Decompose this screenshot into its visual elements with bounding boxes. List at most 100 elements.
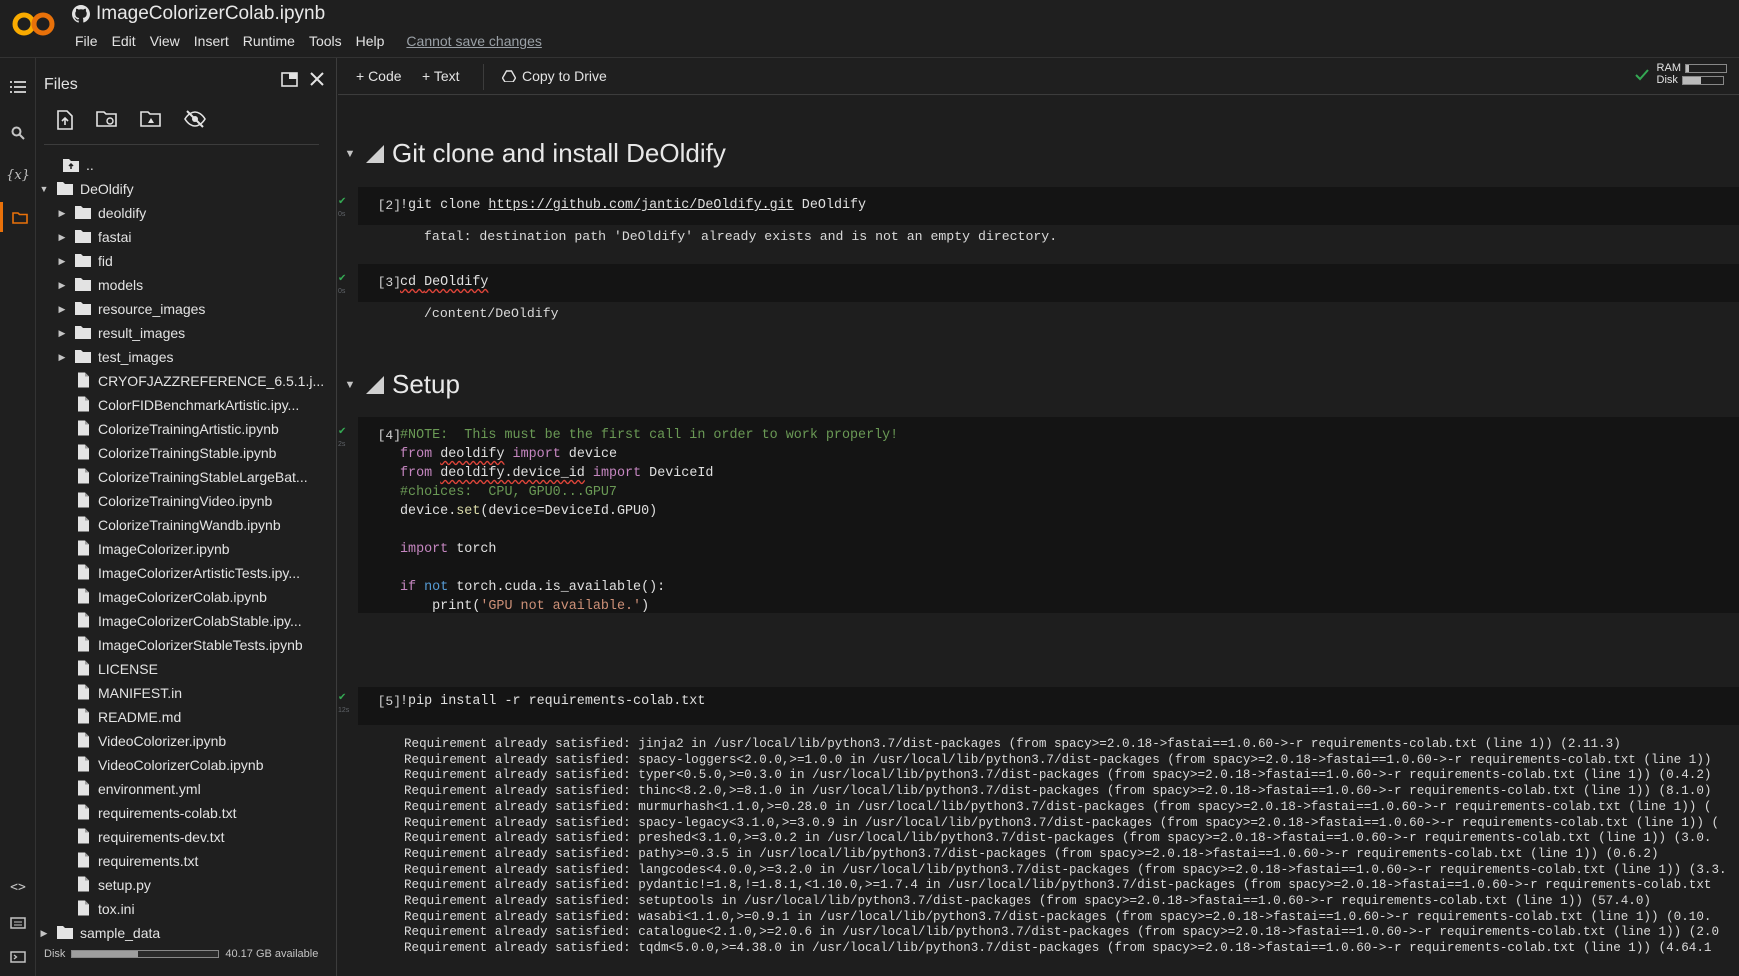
cell-code-line[interactable]: !pip install -r requirements-colab.txt	[400, 694, 705, 709]
files-folder-icon[interactable]	[0, 202, 36, 232]
file-row[interactable]: requirements-colab.txt	[36, 801, 337, 825]
file-row[interactable]: ColorizeTrainingVideo.ipynb	[36, 489, 337, 513]
pip-output-line: Requirement already satisfied: typer<0.5…	[404, 768, 1712, 783]
toc-icon[interactable]	[0, 72, 36, 102]
file-row[interactable]: ImageColorizerColabStable.ipy...	[36, 609, 337, 633]
cell-code-line[interactable]: cd DeOldify	[400, 275, 488, 290]
resources-indicator[interactable]: RAM Disk	[1634, 62, 1727, 86]
file-row[interactable]: ImageColorizerColab.ipynb	[36, 585, 337, 609]
file-row[interactable]: ImageColorizerArtisticTests.ipy...	[36, 561, 337, 585]
caret-right-icon[interactable]: ▶	[56, 232, 68, 243]
folder-row[interactable]: ▶ fastai	[36, 225, 337, 249]
folder-row[interactable]: ▶ deoldify	[36, 201, 337, 225]
caret-right-icon[interactable]: ▶	[38, 928, 50, 939]
file-row[interactable]: requirements-dev.txt	[36, 825, 337, 849]
file-row[interactable]: ImageColorizer.ipynb	[36, 537, 337, 561]
code-url-link[interactable]: https://github.com/jantic/DeOldify.git	[488, 198, 793, 213]
collapse-chevron-icon[interactable]: ▼	[338, 379, 362, 391]
left-rail: {x} <>	[0, 58, 36, 976]
file-row[interactable]: LICENSE	[36, 657, 337, 681]
section-heading-setup[interactable]: ▼ Setup	[338, 369, 460, 400]
folder-row[interactable]: ▶ result_images	[36, 321, 337, 345]
cell-output: /content/DeOldify	[424, 306, 559, 321]
file-row[interactable]: MANIFEST.in	[36, 681, 337, 705]
file-icon	[68, 564, 98, 583]
disk-available-text: 40.17 GB available	[225, 948, 319, 960]
notebook-title[interactable]: ImageColorizerColab.ipynb	[96, 3, 325, 25]
colab-logo[interactable]	[12, 9, 56, 39]
menu-file[interactable]: File	[68, 33, 105, 49]
file-row[interactable]: ColorizeTrainingStableLargeBat...	[36, 465, 337, 489]
file-row[interactable]: setup.py	[36, 873, 337, 897]
pip-output-line: Requirement already satisfied: setuptool…	[404, 894, 1651, 908]
copy-to-drive-label: Copy to Drive	[522, 68, 607, 84]
upload-file-icon[interactable]	[56, 110, 74, 135]
folder-row[interactable]: ▶ fid	[36, 249, 337, 273]
file-row[interactable]: ColorizeTrainingWandb.ipynb	[36, 513, 337, 537]
caret-right-icon[interactable]: ▶	[56, 280, 68, 291]
menu-insert[interactable]: Insert	[187, 33, 236, 49]
file-icon	[68, 492, 98, 511]
file-row[interactable]: ColorizeTrainingArtistic.ipynb	[36, 417, 337, 441]
folder-row[interactable]: ▶ test_images	[36, 345, 337, 369]
folder-label: deoldify	[98, 205, 147, 221]
caret-right-icon[interactable]: ▶	[56, 352, 68, 363]
section-title: Git clone and install DeOldify	[392, 138, 726, 168]
search-icon[interactable]	[0, 118, 36, 148]
file-label: ImageColorizer.ipynb	[98, 541, 230, 557]
file-row[interactable]: tox.ini	[36, 897, 337, 921]
code-cell-3[interactable]: ✔ 0s [3] cd DeOldify	[338, 264, 1739, 302]
variables-icon[interactable]: {x}	[0, 160, 36, 190]
caret-right-icon[interactable]: ▶	[56, 208, 68, 219]
code-snippets-icon[interactable]: <>	[0, 872, 36, 902]
file-row[interactable]: VideoColorizer.ipynb	[36, 729, 337, 753]
hide-files-icon[interactable]	[184, 110, 206, 135]
folder-row[interactable]: ▼ DeOldify	[36, 177, 337, 201]
code-cell-5[interactable]: ✔ 12s [5] !pip install -r requirements-c…	[338, 687, 1739, 725]
save-warning-link[interactable]: Cannot save changes	[399, 33, 548, 49]
section-heading-git-clone[interactable]: ▼ Git clone and install DeOldify	[338, 138, 726, 169]
copy-to-drive-button[interactable]: Copy to Drive	[502, 68, 607, 84]
menu-view[interactable]: View	[143, 33, 187, 49]
file-label: ImageColorizerStableTests.ipynb	[98, 637, 303, 653]
add-code-button[interactable]: + Code	[356, 68, 402, 84]
pip-output-line: Requirement already satisfied: langcodes…	[404, 862, 1727, 877]
refresh-folder-icon[interactable]	[96, 110, 118, 135]
menu-tools[interactable]: Tools	[302, 33, 349, 49]
folder-row[interactable]: ▶ sample_data	[36, 921, 337, 945]
file-icon	[68, 468, 98, 487]
mount-drive-icon[interactable]	[140, 110, 162, 135]
open-in-tab-icon[interactable]	[281, 72, 298, 92]
code-cell-2[interactable]: ✔ 0s [2] !git clone https://github.com/j…	[338, 187, 1739, 225]
parent-directory-row[interactable]: ..	[36, 153, 337, 177]
file-row[interactable]: CRYOFJAZZREFERENCE_6.5.1.j...	[36, 369, 337, 393]
cell-code-line[interactable]: !git clone https://github.com/jantic/DeO…	[400, 198, 866, 213]
file-row[interactable]: environment.yml	[36, 777, 337, 801]
file-row[interactable]: VideoColorizerColab.ipynb	[36, 753, 337, 777]
caret-down-icon[interactable]: ▼	[38, 184, 50, 194]
file-row[interactable]: requirements.txt	[36, 849, 337, 873]
caret-right-icon[interactable]: ▶	[56, 328, 68, 339]
folder-row[interactable]: ▶ resource_images	[36, 297, 337, 321]
file-row[interactable]: ColorizeTrainingStable.ipynb	[36, 441, 337, 465]
menu-runtime[interactable]: Runtime	[236, 33, 302, 49]
command-palette-icon[interactable]	[0, 908, 36, 938]
ram-label: RAM	[1656, 62, 1681, 74]
terminal-icon[interactable]	[0, 942, 36, 972]
folder-label: result_images	[98, 325, 186, 341]
file-row[interactable]: README.md	[36, 705, 337, 729]
pip-output-line: Requirement already satisfied: wasabi<1.…	[404, 909, 1712, 924]
menu-edit[interactable]: Edit	[105, 33, 143, 49]
menu-help[interactable]: Help	[349, 33, 392, 49]
caret-right-icon[interactable]: ▶	[56, 304, 68, 315]
file-row[interactable]: ColorFIDBenchmarkArtistic.ipy...	[36, 393, 337, 417]
file-icon	[68, 588, 98, 607]
add-text-button[interactable]: + Text	[422, 68, 460, 84]
folder-row[interactable]: ▶ models	[36, 273, 337, 297]
collapse-chevron-icon[interactable]: ▼	[338, 148, 362, 160]
close-panel-icon[interactable]	[310, 72, 324, 92]
folder-label: fastai	[98, 229, 132, 245]
file-row[interactable]: ImageColorizerStableTests.ipynb	[36, 633, 337, 657]
code-cell-4[interactable]: ✔ 2s [4] #NOTE: This must be the first c…	[338, 417, 1739, 614]
caret-right-icon[interactable]: ▶	[56, 256, 68, 267]
